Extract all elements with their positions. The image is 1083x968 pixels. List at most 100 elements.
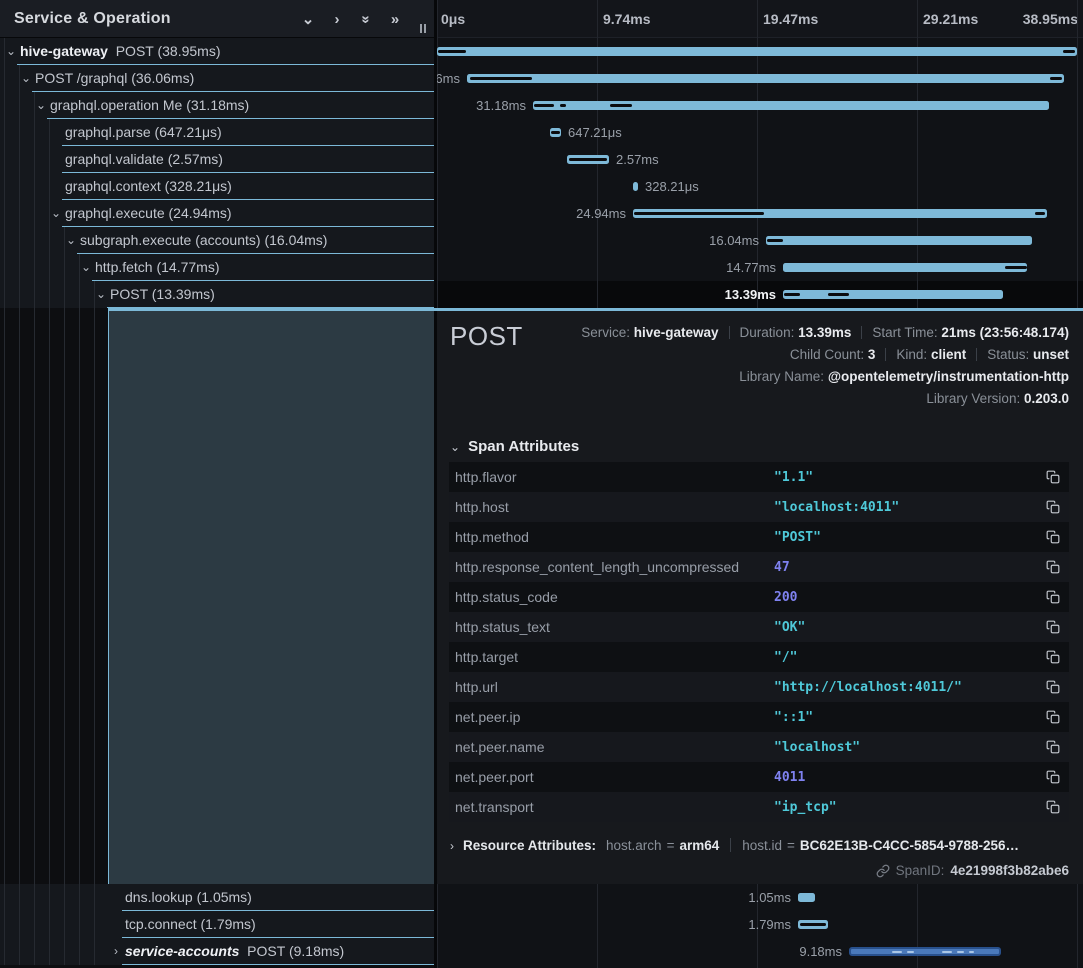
span-id-label: SpanID: [896, 860, 945, 882]
copy-icon[interactable] [1026, 770, 1069, 784]
resource-separator [730, 838, 731, 852]
copy-icon[interactable] [1026, 650, 1069, 664]
span-bar-graphql-operation-me[interactable] [533, 101, 1049, 110]
trace-viewer: ⌄hive-gateway POST (38.95ms)⌄POST /graph… [0, 0, 1083, 968]
span-bar-tcp-connect[interactable] [798, 920, 828, 929]
span-bar-http-fetch[interactable] [783, 263, 1027, 272]
panel-resize-grip[interactable] [418, 24, 428, 34]
span-bar-subgraph-execute-accounts[interactable] [766, 236, 1032, 245]
indent-guide [34, 227, 35, 254]
chevron-down-icon[interactable]: ⌄ [34, 92, 48, 119]
span-row-label: graphql.validate (2.57ms) [65, 146, 223, 173]
chevron-down-icon: ⌄ [450, 440, 460, 454]
span-row-http-fetch[interactable]: ⌄http.fetch (14.77ms) [0, 254, 434, 281]
span-row-tcp-connect[interactable]: tcp.connect (1.79ms) [0, 911, 434, 938]
span-duration-label: 328.21μs [645, 173, 699, 200]
child-span-mark [438, 50, 466, 53]
child-span-mark [560, 104, 566, 107]
service-name: service-accounts [125, 943, 239, 959]
span-duration-label: 13.39ms [725, 281, 776, 308]
copy-icon[interactable] [1026, 680, 1069, 694]
copy-icon[interactable] [1026, 560, 1069, 574]
attribute-key: http.url [449, 679, 774, 695]
indent-guide [64, 281, 65, 308]
indent-guide [19, 92, 20, 119]
attribute-row: http.target"/" [449, 642, 1069, 672]
span-row-graphql-validate[interactable]: graphql.validate (2.57ms) [0, 146, 434, 173]
indent-guide [49, 146, 50, 173]
span-row-service-accounts-post[interactable]: ›service-accounts POST (9.18ms) [0, 938, 434, 965]
span-bar-post-graphql[interactable] [467, 74, 1064, 83]
indent-guide [19, 200, 20, 227]
copy-icon[interactable] [1026, 590, 1069, 604]
chevron-right-icon[interactable]: › [109, 938, 123, 965]
copy-icon[interactable] [1026, 800, 1069, 814]
span-bar-service-accounts-post[interactable] [849, 947, 1001, 956]
indent-guide [34, 146, 35, 173]
attribute-value: 47 [774, 560, 1026, 575]
resource-attributes-title: Resource Attributes: [463, 838, 596, 853]
chevron-down-icon[interactable]: ⌄ [94, 281, 108, 308]
copy-icon[interactable] [1026, 740, 1069, 754]
indent-guide [19, 938, 20, 965]
chevron-down-icon[interactable]: ⌄ [4, 38, 18, 65]
attribute-key: http.status_text [449, 619, 774, 635]
copy-icon[interactable] [1026, 530, 1069, 544]
link-icon[interactable] [876, 864, 890, 878]
timeline-header: 0μs9.74ms19.47ms29.21ms38.95ms [434, 0, 1083, 38]
collapse-all-icon[interactable]: » [359, 12, 374, 26]
attribute-value: "/" [774, 650, 1026, 665]
detail-meta-line: Library Name: @opentelemetry/instrumenta… [581, 366, 1069, 388]
expand-all-icon[interactable]: » [388, 12, 402, 27]
resource-attributes-row[interactable]: ›Resource Attributes:host.arch=arm64host… [450, 835, 1019, 857]
meta-separator [861, 326, 862, 339]
detail-meta-line: Library Version: 0.203.0 [581, 388, 1069, 410]
chevron-down-icon[interactable]: ⌄ [19, 65, 33, 92]
span-row-post-selected[interactable]: ⌄POST (13.39ms) [0, 281, 434, 308]
attribute-key: net.peer.port [449, 769, 774, 785]
indent-guide [4, 281, 5, 308]
span-row-graphql-operation-me[interactable]: ⌄graphql.operation Me (31.18ms) [0, 92, 434, 119]
span-row-subgraph-execute-accounts[interactable]: ⌄subgraph.execute (accounts) (16.04ms) [0, 227, 434, 254]
span-row-label: graphql.parse (647.21μs) [65, 119, 222, 146]
timeline-tick: 19.47ms [763, 0, 818, 38]
span-row-graphql-context[interactable]: graphql.context (328.21μs) [0, 173, 434, 200]
span-bar-graphql-parse[interactable] [550, 128, 561, 137]
attribute-value: 200 [774, 590, 1026, 605]
indent-guide [79, 308, 80, 884]
span-bar-dns-lookup[interactable] [798, 893, 815, 902]
span-row-dns-lookup[interactable]: dns.lookup (1.05ms) [0, 884, 434, 911]
chevron-down-icon[interactable]: ⌄ [49, 200, 63, 227]
gridline [1077, 0, 1078, 308]
collapse-one-icon[interactable]: ⌄ [301, 12, 315, 27]
span-bar-post-selected[interactable] [783, 290, 1003, 299]
meta-value: 13.39ms [798, 325, 851, 340]
span-bar-graphql-validate[interactable] [567, 155, 609, 164]
span-row-graphql-execute[interactable]: ⌄graphql.execute (24.94ms) [0, 200, 434, 227]
span-row-post-graphql[interactable]: ⌄POST /graphql (36.06ms) [0, 65, 434, 92]
span-attributes-header[interactable]: ⌄Span Attributes [450, 438, 579, 455]
span-row-graphql-parse[interactable]: graphql.parse (647.21μs) [0, 119, 434, 146]
chevron-down-icon[interactable]: ⌄ [64, 227, 78, 254]
indent-guide [94, 884, 95, 911]
copy-icon[interactable] [1026, 500, 1069, 514]
indent-guide [4, 173, 5, 200]
child-span-mark [1050, 77, 1062, 80]
meta-value: 0.203.0 [1024, 391, 1069, 406]
attribute-row: http.url"http://localhost:4011/" [449, 672, 1069, 702]
span-row-hive-gateway-post[interactable]: ⌄hive-gateway POST (38.95ms) [0, 38, 434, 65]
panel-divider[interactable] [434, 0, 437, 968]
gridline [1077, 884, 1078, 968]
attribute-value: "::1" [774, 710, 1026, 725]
chevron-down-icon[interactable]: ⌄ [79, 254, 93, 281]
copy-icon[interactable] [1026, 620, 1069, 634]
expand-one-icon[interactable]: › [330, 12, 344, 27]
span-bar-graphql-context[interactable] [633, 182, 638, 191]
span-bar-graphql-execute[interactable] [633, 209, 1047, 218]
indent-guide [4, 146, 5, 173]
copy-icon[interactable] [1026, 710, 1069, 724]
span-bar-hive-gateway-post[interactable] [437, 47, 1077, 56]
detail-meta-line: Child Count: 3Kind: clientStatus: unset [581, 344, 1069, 366]
meta-label: Duration: [740, 325, 799, 340]
copy-icon[interactable] [1026, 470, 1069, 484]
